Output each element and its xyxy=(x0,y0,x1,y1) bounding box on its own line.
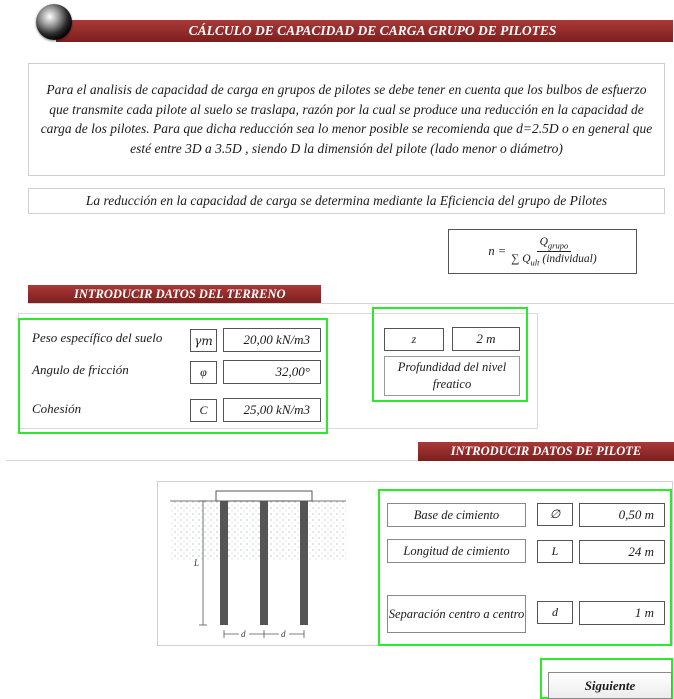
page-title-bar: CÁLCULO DE CAPACIDAD DE CARGA GRUPO DE P… xyxy=(56,20,673,42)
divider xyxy=(28,303,674,304)
soil-texture xyxy=(170,501,346,561)
reduction-note: La reducción en la capacidad de carga se… xyxy=(28,188,665,214)
soil-inputs-group: Peso específico del suelo γm 20,00 kN/m3… xyxy=(18,318,328,434)
spacing-symbol: d xyxy=(537,601,573,624)
next-button[interactable]: Siguiente xyxy=(548,672,672,699)
unit-weight-label: Peso específico del suelo xyxy=(32,330,163,345)
pile-middle xyxy=(260,501,268,625)
water-table-input[interactable]: 2 m xyxy=(452,327,520,351)
pile-length-label: Longitud de cimiento xyxy=(387,539,526,563)
formula-lhs: n = xyxy=(488,244,507,258)
friction-angle-symbol: φ xyxy=(190,361,217,384)
spacing-dimension-label: d xyxy=(241,629,246,639)
pile-right xyxy=(300,501,308,625)
pile-length-input[interactable]: 24 m xyxy=(579,540,665,564)
water-table-group: z 2 m Profundidad del nivel freatico xyxy=(372,307,528,402)
friction-angle-input[interactable]: 32,00° xyxy=(223,360,321,384)
formula-denominator: ∑ Qult (individual) xyxy=(511,253,597,268)
formula-fraction: Qgrupo ∑ Qult (individual) xyxy=(511,236,597,268)
pile-left xyxy=(220,501,228,625)
water-table-label: Profundidad del nivel freatico xyxy=(384,356,520,396)
friction-angle-label: Angulo de fricción xyxy=(32,362,129,377)
cohesion-input[interactable]: 25,00 kN/m3 xyxy=(223,398,321,422)
intro-line: que transmite cada pilote al suelo se tr… xyxy=(49,101,644,117)
intro-line: esté entre 3D a 3.5D , siendo D la dimen… xyxy=(130,140,563,156)
spacing-dimension-label: d xyxy=(281,629,286,639)
pile-section-header: INTRODUCIR DATOS DE PILOTE xyxy=(418,442,674,461)
length-dimension-label: L xyxy=(193,558,199,568)
page-title: CÁLCULO DE CAPACIDAD DE CARGA GRUPO DE P… xyxy=(188,23,557,38)
pile-base-input[interactable]: 0,50 m xyxy=(579,503,665,527)
pile-group-diagram: L d d xyxy=(170,490,346,639)
reduction-text: La reducción en la capacidad de carga se… xyxy=(85,193,608,208)
efficiency-formula: n = Qgrupo ∑ Qult (individual) xyxy=(448,229,637,274)
pile-spacing-input[interactable]: 1 m xyxy=(579,601,665,625)
formula-numerator: Qgrupo xyxy=(536,236,572,252)
pile-inputs-group: Base de cimiento ∅ 0,50 m Longitud de ci… xyxy=(378,489,672,646)
diameter-symbol: ∅ xyxy=(537,503,573,526)
pile-spacing-label: Separación centro a centro xyxy=(387,595,526,633)
pile-base-label: Base de cimiento xyxy=(387,503,526,527)
water-table-symbol: z xyxy=(384,328,444,351)
unit-weight-symbol: γm xyxy=(190,329,217,352)
pile-cap xyxy=(215,490,313,502)
cohesion-symbol: C xyxy=(190,399,217,422)
soil-section-title: INTRODUCIR DATOS DEL TERRENO xyxy=(74,286,286,301)
intro-box: Para el analisis de capacidad de carga e… xyxy=(28,63,665,176)
sphere-logo-icon xyxy=(36,4,72,40)
cohesion-label: Cohesión xyxy=(32,401,82,416)
pile-section-title: INTRODUCIR DATOS DE PILOTE xyxy=(450,444,642,458)
unit-weight-input[interactable]: 20,00 kN/m3 xyxy=(223,328,321,352)
soil-section-header: INTRODUCIR DATOS DEL TERRENO xyxy=(28,285,321,303)
intro-line: Para el analisis de capacidad de carga e… xyxy=(46,82,647,97)
length-symbol: L xyxy=(537,540,573,563)
intro-line: carga de los pilotes. Para que dicha red… xyxy=(40,121,653,136)
